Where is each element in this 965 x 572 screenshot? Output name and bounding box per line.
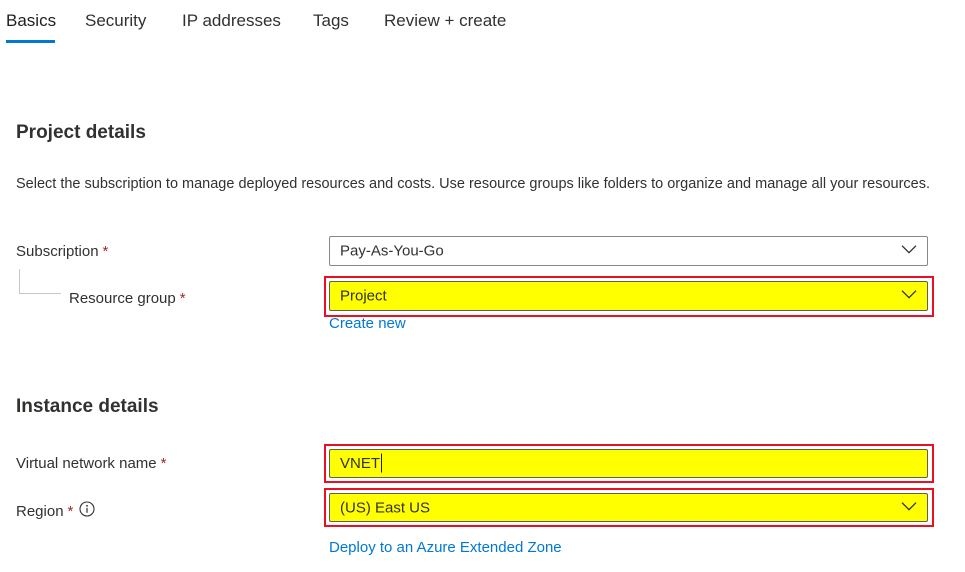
create-new-link[interactable]: Create new [329,315,406,332]
subscription-dropdown[interactable]: Pay-As-You-Go [329,236,928,266]
region-value: (US) East US [340,499,431,516]
chevron-down-icon [901,242,917,259]
tab-review-create[interactable]: Review + create [384,11,506,31]
region-label: Region * [16,501,95,522]
resource-group-value: Project [340,287,387,305]
required-marker: * [102,243,109,260]
project-details-description: Select the subscription to manage deploy… [16,176,931,192]
tab-tags[interactable]: Tags [313,11,349,31]
tab-ip-addresses[interactable]: IP addresses [182,11,281,31]
required-marker: * [160,455,167,472]
vnet-name-input[interactable]: VNET [329,449,928,478]
tab-basics[interactable]: Basics [6,11,56,31]
active-tab-indicator [6,40,55,43]
instance-details-heading: Instance details [16,396,159,417]
project-details-heading: Project details [16,122,146,143]
resource-group-dropdown[interactable]: Project [329,281,928,311]
chevron-down-icon [901,498,917,515]
extended-zone-link[interactable]: Deploy to an Azure Extended Zone [329,539,562,556]
tab-security[interactable]: Security [85,11,146,31]
region-dropdown[interactable]: (US) East US [329,493,928,522]
required-marker: * [179,290,186,307]
vnet-name-label: Virtual network name * [16,455,167,472]
subscription-value: Pay-As-You-Go [340,242,444,260]
subscription-label: Subscription * [16,243,109,260]
chevron-down-icon [901,287,917,304]
text-cursor [381,453,383,472]
tree-connector [19,293,61,294]
vnet-name-value: VNET [340,453,383,472]
resource-group-label: Resource group * [69,290,186,307]
tab-bar: Basics Security IP addresses Tags Review… [0,0,965,46]
info-icon[interactable] [79,501,95,521]
tree-connector [19,269,20,293]
required-marker: * [67,502,74,520]
